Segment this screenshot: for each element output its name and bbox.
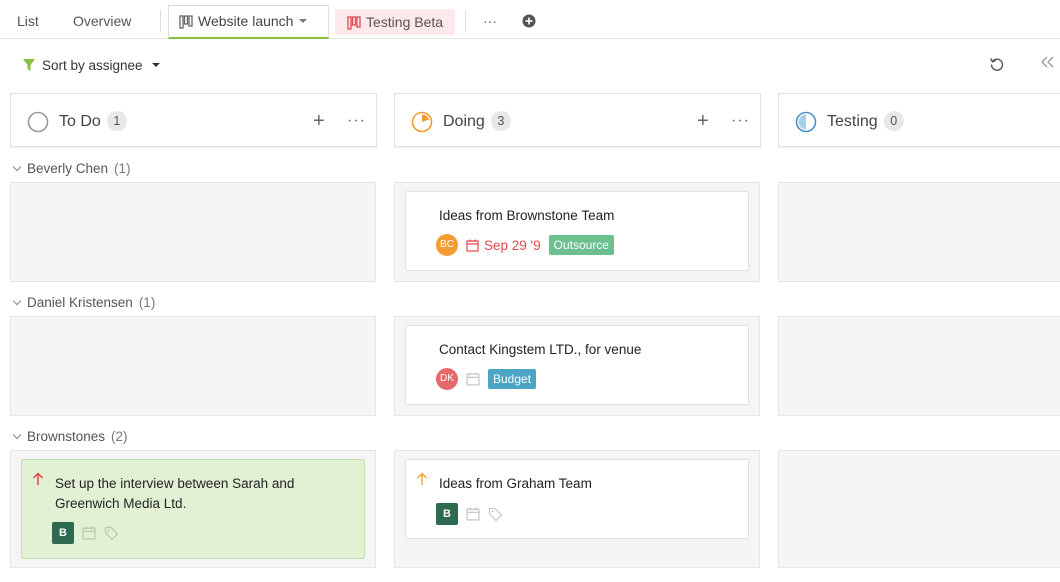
due-date[interactable]: Sep 29 '9 [466,238,541,253]
column-count-badge: 3 [490,111,511,131]
status-doing-icon [411,111,433,133]
priority-up-icon [416,472,428,485]
status-testing-icon [795,111,817,133]
swimlane-cell[interactable] [10,316,376,416]
group-count: (1) [114,161,131,176]
group-name: Beverly Chen [27,161,109,176]
add-task-button[interactable]: + [697,111,709,131]
column-menu-button[interactable]: ··· [347,111,366,131]
task-meta: B [52,522,119,544]
task-title-line: Greenwich Media Ltd. [55,496,187,511]
priority-up-icon [32,472,44,485]
tab-list-label: List [17,13,39,29]
column-title: Doing 3 [443,111,511,131]
group-name: Brownstones [27,429,106,444]
calendar-icon[interactable] [82,526,96,540]
swimlane-cell[interactable]: Ideas from Graham Team B [394,450,760,568]
sort-label: Sort by assignee [42,58,143,73]
swimlane-cell[interactable]: Set up the interview between Sarah and G… [10,450,376,568]
refresh-icon[interactable] [989,56,1005,72]
tab-overview-label: Overview [73,13,132,29]
board-icon [347,16,361,30]
calendar-icon[interactable] [466,372,480,386]
task-meta: B [436,503,503,525]
task-meta: DK Budget [436,368,537,390]
group-header-daniel-kristensen[interactable]: Daniel Kristensen (1) [12,295,156,310]
sort-dropdown[interactable]: Sort by assignee [22,56,160,76]
task-card[interactable]: Ideas from Graham Team B [405,459,749,539]
tag-badge[interactable]: Outsource [548,235,614,255]
more-views-button[interactable]: ··· [483,6,497,36]
group-count: (2) [111,429,128,444]
chevron-down-icon [12,162,22,172]
column-title: Testing 0 [827,111,904,131]
column-title: To Do 1 [59,111,127,131]
chevron-down-icon [12,296,22,306]
tab-overview[interactable]: Overview [73,6,131,36]
column-header-testing: Testing 0 [778,93,1060,147]
tab-divider [465,10,466,32]
group-header-brownstones[interactable]: Brownstones (2) [12,429,128,444]
board-icon [179,15,193,29]
task-title-line: Set up the interview between Sarah and [55,476,295,491]
tab-testing-beta-label: Testing Beta [366,14,444,30]
column-header-todo: To Do 1 + ··· [10,93,377,147]
column-title-text: Testing [827,113,878,130]
swimlane-cell[interactable] [778,182,1060,282]
group-name: Daniel Kristensen [27,295,133,310]
tag-badge[interactable]: Budget [488,369,537,389]
avatar[interactable]: BC [436,234,458,256]
status-todo-icon [27,111,49,133]
chevron-down-icon [151,63,160,68]
task-title: Contact Kingstem LTD., for venue [439,342,642,357]
task-title: Ideas from Brownstone Team [439,208,615,223]
task-card[interactable]: Ideas from Brownstone Team BC Sep 29 '9 … [405,191,749,271]
tab-testing-beta[interactable]: Testing Beta [335,9,456,35]
column-title-text: Doing [443,113,485,130]
chevron-down-icon[interactable] [299,19,308,24]
swimlane-cell[interactable]: Contact Kingstem LTD., for venue DK Budg… [394,316,760,416]
filter-icon [23,59,35,72]
avatar[interactable]: DK [436,368,458,390]
task-title: Set up the interview between Sarah and G… [55,474,294,514]
tag-icon[interactable] [488,507,503,522]
tag-icon[interactable] [104,526,119,541]
add-task-button[interactable]: + [313,111,325,131]
avatar[interactable]: B [436,503,458,525]
column-count-badge: 1 [106,111,127,131]
group-header-beverly-chen[interactable]: Beverly Chen (1) [12,161,131,176]
swimlane-cell[interactable] [10,182,376,282]
swimlane-cell[interactable] [778,450,1060,568]
task-card[interactable]: Contact Kingstem LTD., for venue DK Budg… [405,325,749,405]
collapse-panel-icon[interactable] [1040,55,1054,69]
swimlane-cell[interactable]: Ideas from Brownstone Team BC Sep 29 '9 … [394,182,760,282]
avatar[interactable]: B [52,522,74,544]
column-count-badge: 0 [883,111,904,131]
task-card[interactable]: Set up the interview between Sarah and G… [21,459,365,559]
view-tab-bar: List Overview Website launch Testing Bet… [0,0,1060,39]
tab-divider [160,10,161,32]
chevron-down-icon [12,430,22,440]
tab-website-launch-label: Website launch [198,13,294,29]
swimlane-cell[interactable] [778,316,1060,416]
due-date-text: Sep 29 '9 [484,237,541,253]
calendar-icon[interactable] [466,507,480,521]
calendar-icon [466,239,479,252]
group-count: (1) [138,295,156,310]
column-title-text: To Do [59,113,101,130]
tab-website-launch[interactable]: Website launch [168,5,329,39]
tab-list[interactable]: List [17,6,39,36]
add-view-icon[interactable] [522,14,536,28]
column-menu-button[interactable]: ··· [731,111,750,131]
column-header-doing: Doing 3 + ··· [394,93,761,147]
more-icon: ··· [483,13,497,29]
task-meta: BC Sep 29 '9 Outsource [436,234,614,256]
task-title: Ideas from Graham Team [439,476,592,491]
